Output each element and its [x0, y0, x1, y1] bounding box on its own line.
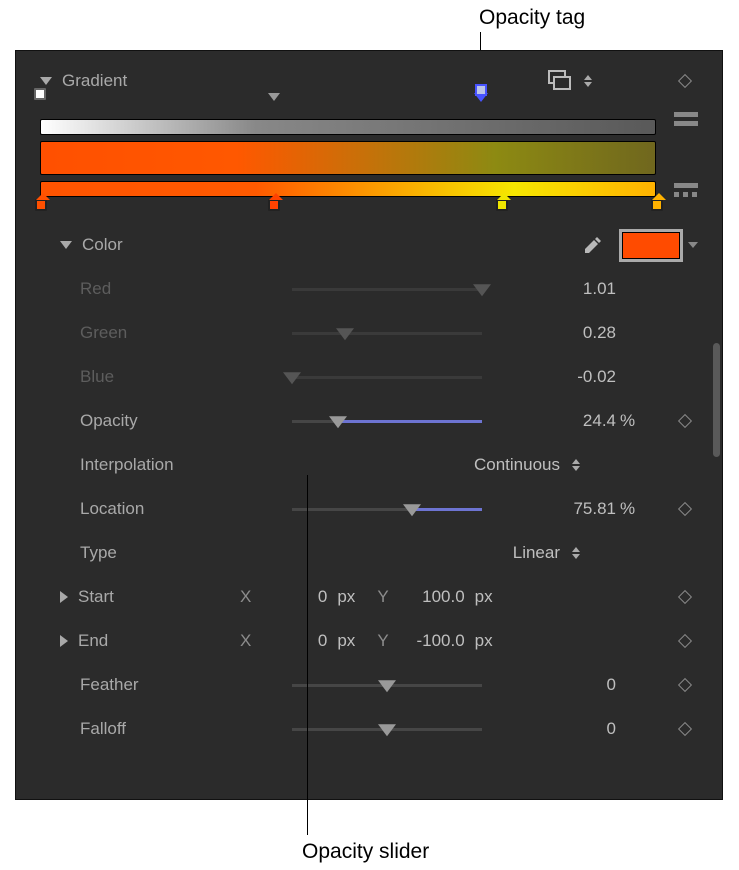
green-row: Green 0.28 [16, 311, 722, 355]
type-row: Type Linear [16, 531, 722, 575]
keyframe-icon[interactable] [678, 678, 692, 692]
disclosure-triangle-icon[interactable] [60, 241, 72, 249]
axis-label: X [240, 631, 251, 651]
color-stop[interactable] [651, 199, 663, 211]
interpolation-row: Interpolation Continuous [16, 443, 722, 487]
location-slider[interactable] [292, 508, 482, 511]
midpoint-tag[interactable] [268, 93, 280, 101]
callout-line [307, 475, 308, 835]
slider-thumb[interactable] [329, 416, 347, 428]
slider-thumb[interactable] [378, 724, 396, 736]
distribute-tags-icon[interactable] [674, 110, 698, 128]
unit-label: px [475, 631, 493, 651]
blue-slider[interactable] [292, 376, 482, 379]
param-label: Type [80, 543, 280, 563]
blue-value[interactable]: -0.02 [500, 367, 616, 387]
axis-label: Y [377, 631, 388, 651]
axis-label: Y [377, 587, 388, 607]
slider-thumb[interactable] [403, 504, 421, 516]
falloff-slider[interactable] [292, 728, 482, 731]
eyedropper-icon[interactable] [582, 234, 604, 256]
color-title: Color [82, 235, 582, 255]
param-label: Red [80, 279, 280, 299]
unit-label: px [475, 587, 493, 607]
opacity-slider[interactable] [292, 420, 482, 423]
stepper-icon [572, 547, 580, 559]
slider-thumb[interactable] [378, 680, 396, 692]
keyframe-icon[interactable] [678, 414, 692, 428]
opacity-tag[interactable] [34, 88, 46, 100]
inspector-panel: Gradient [15, 50, 723, 800]
param-label: Green [80, 323, 280, 343]
start-x-value[interactable]: 0 [261, 587, 327, 607]
color-swatch[interactable] [622, 232, 680, 259]
result-gradient-bar [40, 141, 656, 175]
color-gradient-bar[interactable] [40, 181, 656, 197]
color-stop[interactable] [268, 199, 280, 211]
end-y-value[interactable]: -100.0 [399, 631, 465, 651]
param-label: Start [78, 587, 228, 607]
disclosure-triangle-icon[interactable] [60, 635, 68, 647]
stepper-icon [572, 459, 580, 471]
chevron-down-icon[interactable] [688, 242, 698, 248]
param-label: End [78, 631, 228, 651]
green-slider[interactable] [292, 332, 482, 335]
param-label: Opacity [80, 411, 280, 431]
opacity-tag-selected[interactable] [474, 93, 488, 102]
slider-thumb[interactable] [473, 284, 491, 296]
start-y-value[interactable]: 100.0 [399, 587, 465, 607]
preset-popup-icon[interactable] [546, 70, 572, 92]
gradient-title: Gradient [62, 71, 262, 91]
red-slider[interactable] [292, 288, 482, 291]
stepper-icon[interactable] [584, 75, 592, 87]
opacity-gradient-bar[interactable] [40, 119, 656, 135]
start-row: Start X 0 px Y 100.0 px [16, 575, 722, 619]
falloff-value[interactable]: 0 [500, 719, 616, 739]
disclosure-triangle-icon[interactable] [60, 591, 68, 603]
opacity-row: Opacity 24.4 % [16, 399, 722, 443]
interpolation-select[interactable]: Continuous [280, 455, 698, 475]
slider-thumb[interactable] [283, 372, 301, 384]
feather-value[interactable]: 0 [500, 675, 616, 695]
gradient-header[interactable]: Gradient [16, 59, 722, 103]
keyframe-icon[interactable] [678, 502, 692, 516]
location-value[interactable]: 75.81 [500, 499, 616, 519]
disclosure-triangle-icon[interactable] [40, 77, 52, 85]
unit-label: px [337, 631, 355, 651]
keyframe-icon[interactable] [678, 722, 692, 736]
keyframe-icon[interactable] [678, 74, 692, 88]
slider-thumb[interactable] [336, 328, 354, 340]
end-row: End X 0 px Y -100.0 px [16, 619, 722, 663]
unit-label: % [620, 499, 648, 519]
falloff-row: Falloff 0 [16, 707, 722, 751]
param-label: Blue [80, 367, 280, 387]
feather-row: Feather 0 [16, 663, 722, 707]
red-value[interactable]: 1.01 [500, 279, 616, 299]
color-section-header[interactable]: Color [16, 223, 722, 267]
unit-label: % [620, 411, 648, 431]
param-label: Interpolation [80, 455, 280, 475]
param-label: Feather [80, 675, 280, 695]
distribute-color-stops-icon[interactable] [674, 183, 698, 203]
blue-row: Blue -0.02 [16, 355, 722, 399]
color-stop[interactable] [35, 199, 47, 211]
axis-label: X [240, 587, 251, 607]
opacity-value[interactable]: 24.4 [500, 411, 616, 431]
green-value[interactable]: 0.28 [500, 323, 616, 343]
callout-opacity-slider: Opacity slider [302, 840, 429, 864]
param-label: Location [80, 499, 280, 519]
end-x-value[interactable]: 0 [261, 631, 327, 651]
type-select[interactable]: Linear [280, 543, 698, 563]
location-row: Location 75.81 % [16, 487, 722, 531]
red-row: Red 1.01 [16, 267, 722, 311]
gradient-editor [16, 103, 722, 223]
feather-slider[interactable] [292, 684, 482, 687]
unit-label: px [337, 587, 355, 607]
callout-opacity-tag: Opacity tag [479, 6, 585, 30]
color-stop[interactable] [496, 199, 508, 211]
param-label: Falloff [80, 719, 280, 739]
